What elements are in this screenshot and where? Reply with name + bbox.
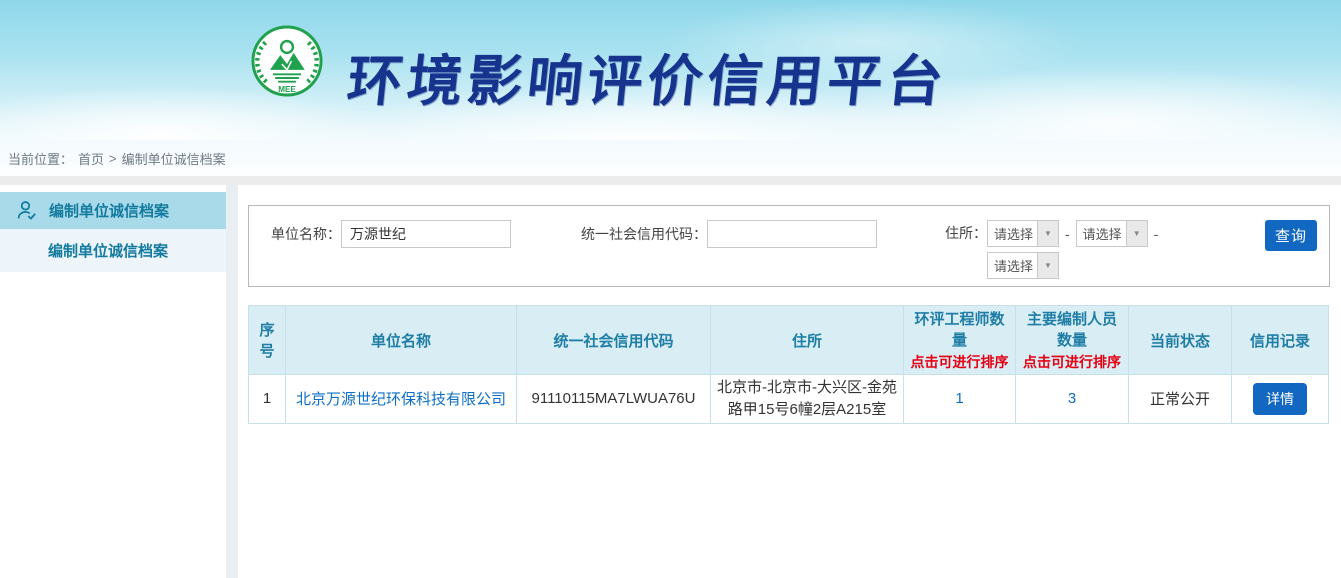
divider-band bbox=[0, 176, 1341, 185]
credit-code-label: 统一社会信用代码： bbox=[581, 224, 707, 244]
chevron-down-icon[interactable]: ▼ bbox=[1037, 221, 1058, 246]
header-editor-count-sortable[interactable]: 主要编制人员数量 点击可进行排序 bbox=[1016, 306, 1129, 375]
header-address: 住所 bbox=[711, 306, 904, 375]
address-select-city[interactable]: 请选择 ▼ bbox=[1076, 220, 1148, 247]
search-panel: 单位名称： 统一社会信用代码： 住所： 请选择 ▼ - 请选择 ▼ bbox=[248, 205, 1330, 287]
header-credit-record: 信用记录 bbox=[1232, 306, 1329, 375]
company-link[interactable]: 北京万源世纪环保科技有限公司 bbox=[296, 391, 506, 408]
cell-credit-code: 91110115MA7LWUA76U bbox=[517, 375, 711, 424]
engineer-count-link[interactable]: 1 bbox=[955, 390, 963, 407]
breadcrumb-label: 当前位置： bbox=[8, 149, 73, 168]
address-dash: - bbox=[1065, 226, 1070, 242]
cell-address: 北京市-北京市-大兴区-金苑路甲15号6幢2层A215室 bbox=[711, 375, 904, 424]
address-select-district[interactable]: 请选择 ▼ bbox=[987, 252, 1059, 279]
breadcrumb: 当前位置： 首页 > 编制单位诚信档案 bbox=[0, 140, 1341, 176]
breadcrumb-separator: > bbox=[109, 151, 117, 166]
sort-hint: 点击可进行排序 bbox=[908, 352, 1011, 372]
header-editor-count-label: 主要编制人员数量 bbox=[1020, 308, 1124, 350]
query-button[interactable]: 查询 bbox=[1265, 220, 1317, 251]
address-select-city-value: 请选择 bbox=[1077, 221, 1126, 246]
header-status: 当前状态 bbox=[1129, 306, 1232, 375]
sidebar-item-archive-group[interactable]: 编制单位诚信档案 bbox=[0, 192, 226, 229]
chevron-down-icon[interactable]: ▼ bbox=[1126, 221, 1147, 246]
credit-code-input[interactable] bbox=[707, 220, 877, 248]
chevron-down-icon[interactable]: ▼ bbox=[1037, 253, 1058, 278]
cell-index: 1 bbox=[249, 375, 286, 424]
address-select-province[interactable]: 请选择 ▼ bbox=[987, 220, 1059, 247]
address-select-province-value: 请选择 bbox=[988, 221, 1037, 246]
sidebar-subitem-label: 编制单位诚信档案 bbox=[48, 240, 168, 261]
address-dash: - bbox=[1154, 226, 1159, 242]
company-name-label: 单位名称： bbox=[271, 224, 341, 244]
person-check-icon bbox=[14, 198, 39, 223]
company-name-group: 单位名称： bbox=[271, 220, 511, 248]
cell-status: 正常公开 bbox=[1129, 375, 1232, 424]
header-engineer-count-label: 环评工程师数量 bbox=[908, 308, 1011, 350]
sidebar: 编制单位诚信档案 编制单位诚信档案 bbox=[0, 185, 226, 272]
table-header-row: 序号 单位名称 统一社会信用代码 住所 环评工程师数量 点击可进行排序 主要编制… bbox=[249, 306, 1329, 375]
header-company: 单位名称 bbox=[286, 306, 517, 375]
site-banner: MEE 环境影响评价信用平台 bbox=[0, 0, 1341, 140]
svg-text:MEE: MEE bbox=[278, 85, 296, 94]
mee-logo-icon: MEE bbox=[250, 24, 324, 98]
sort-hint: 点击可进行排序 bbox=[1020, 352, 1124, 372]
table-row: 1 北京万源世纪环保科技有限公司 91110115MA7LWUA76U 北京市-… bbox=[249, 375, 1329, 424]
header-credit-code: 统一社会信用代码 bbox=[517, 306, 711, 375]
breadcrumb-home-link[interactable]: 首页 bbox=[78, 149, 104, 168]
header-engineer-count-sortable[interactable]: 环评工程师数量 点击可进行排序 bbox=[904, 306, 1016, 375]
site-title: 环境影响评价信用平台 bbox=[344, 36, 952, 116]
credit-code-group: 统一社会信用代码： bbox=[581, 220, 877, 248]
address-label: 住所： bbox=[945, 220, 987, 247]
main-content: 单位名称： 统一社会信用代码： 住所： 请选择 ▼ - 请选择 ▼ bbox=[248, 185, 1330, 424]
address-group: 住所： 请选择 ▼ - 请选择 ▼ - 请选择 bbox=[945, 220, 1164, 279]
breadcrumb-current: 编制单位诚信档案 bbox=[122, 149, 226, 168]
address-select-district-value: 请选择 bbox=[988, 253, 1037, 278]
results-table: 序号 单位名称 统一社会信用代码 住所 环评工程师数量 点击可进行排序 主要编制… bbox=[248, 305, 1329, 424]
sidebar-item-archive[interactable]: 编制单位诚信档案 bbox=[0, 229, 226, 272]
company-name-input[interactable] bbox=[341, 220, 511, 248]
editor-count-link[interactable]: 3 bbox=[1068, 390, 1076, 407]
header-index: 序号 bbox=[249, 306, 286, 375]
sidebar-item-label: 编制单位诚信档案 bbox=[49, 200, 169, 221]
sidebar-content-divider bbox=[226, 185, 238, 578]
detail-button[interactable]: 详情 bbox=[1253, 383, 1307, 415]
